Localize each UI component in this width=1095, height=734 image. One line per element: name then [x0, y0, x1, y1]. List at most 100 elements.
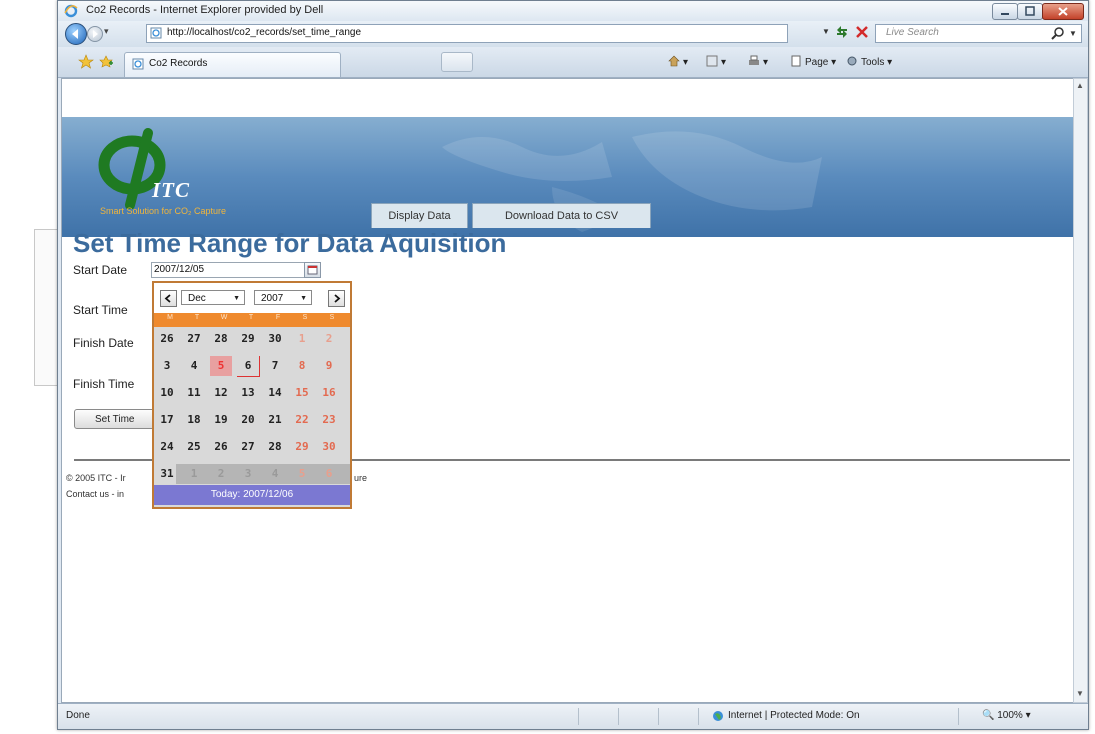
search-dropdown-icon[interactable]: ▼	[1069, 29, 1077, 38]
minimize-button[interactable]	[992, 3, 1018, 20]
address-field[interactable]: http://localhost/co2_records/set_time_ra…	[146, 24, 788, 43]
calendar-day[interactable]: 4	[183, 356, 205, 376]
scroll-down-icon[interactable]: ▼	[1076, 689, 1084, 698]
feeds-icon	[706, 55, 718, 67]
stop-icon[interactable]	[854, 24, 870, 40]
date-picker-popup: Dec ▼ 2007 ▼ M T W T F S S 26 27 28 29 3…	[152, 281, 352, 509]
calendar-day[interactable]: 8	[291, 356, 313, 376]
calendar-day[interactable]: 7	[264, 356, 286, 376]
calendar-day[interactable]: 29	[237, 329, 259, 349]
nav-tab-download-csv[interactable]: Download Data to CSV	[472, 203, 651, 228]
calendar-day[interactable]: 26	[210, 437, 232, 457]
calendar-day[interactable]: 18	[183, 410, 205, 430]
calendar-day[interactable]: 6	[318, 464, 340, 484]
calendar-day[interactable]: 2	[210, 464, 232, 484]
calendar-day[interactable]: 21	[264, 410, 286, 430]
calendar-day[interactable]: 30	[264, 329, 286, 349]
calendar-day[interactable]: 3	[156, 356, 178, 376]
calendar-day[interactable]: 24	[156, 437, 178, 457]
add-favorite-icon[interactable]	[98, 54, 114, 70]
tab-co2-records[interactable]: Co2 Records	[124, 52, 341, 77]
calendar-day[interactable]: 27	[183, 329, 205, 349]
calendar-day[interactable]: 12	[210, 383, 232, 403]
address-toolbar: ▾ http://localhost/co2_records/set_time_…	[58, 21, 1088, 47]
calendar-day[interactable]: 10	[156, 383, 178, 403]
forward-button[interactable]	[87, 26, 103, 42]
footer-copyright-tail: ure	[354, 473, 368, 483]
calendar-day[interactable]: 28	[264, 437, 286, 457]
calendar-day[interactable]: 17	[156, 410, 178, 430]
calendar-day[interactable]: 6	[237, 356, 260, 377]
refresh-icon[interactable]	[834, 24, 850, 40]
maximize-button[interactable]	[1017, 3, 1043, 20]
tools-menu[interactable]: Tools ▾	[846, 55, 892, 68]
address-dropdown-icon[interactable]: ▼	[822, 27, 830, 36]
calendar-day[interactable]: 3	[237, 464, 259, 484]
calendar-day[interactable]: 1	[183, 464, 205, 484]
close-button[interactable]	[1042, 3, 1084, 20]
status-separator	[658, 708, 659, 725]
start-date-input[interactable]: 2007/12/05	[151, 262, 305, 278]
today-button[interactable]: Today: 2007/12/06	[154, 485, 350, 505]
page-menu-icon	[791, 55, 801, 67]
chevron-left-icon	[164, 294, 171, 303]
calendar-day[interactable]: 22	[291, 410, 313, 430]
feeds-button[interactable]: ▾	[706, 55, 726, 68]
page-title: Set Time Range for Data Aquisition	[73, 228, 507, 258]
calendar-day[interactable]: 15	[291, 383, 313, 403]
calendar-day[interactable]: 16	[318, 383, 340, 403]
weekday-label: F	[275, 314, 281, 321]
weekday-header: M T W T F S S	[154, 313, 350, 327]
window-title: Co2 Records - Internet Explorer provided…	[86, 4, 324, 16]
calendar-day[interactable]: 13	[237, 383, 259, 403]
start-time-label: Start Time	[73, 303, 128, 317]
calendar-day[interactable]: 26	[156, 329, 178, 349]
nav-tab-display-data[interactable]: Display Data	[371, 203, 468, 228]
home-button[interactable]: ▾	[668, 55, 688, 68]
calendar-button[interactable]	[304, 262, 321, 278]
calendar-day[interactable]: 29	[291, 437, 313, 457]
next-month-button[interactable]	[328, 290, 345, 307]
calendar-day[interactable]: 31	[156, 464, 178, 484]
calendar-day[interactable]: 2	[318, 329, 340, 349]
calendar-day[interactable]: 19	[210, 410, 232, 430]
calendar-day[interactable]: 9	[318, 356, 340, 376]
scroll-up-icon[interactable]: ▲	[1076, 81, 1084, 90]
status-separator	[578, 708, 579, 725]
calendar-day[interactable]: 20	[237, 410, 259, 430]
back-button[interactable]	[65, 23, 87, 45]
calendar-day[interactable]: 5	[210, 356, 232, 376]
security-zone[interactable]: Internet | Protected Mode: On	[728, 710, 860, 721]
recent-pages-dropdown[interactable]: ▾	[104, 26, 109, 37]
month-select[interactable]: Dec ▼	[181, 290, 245, 305]
calendar-day[interactable]: 5	[291, 464, 313, 484]
calendar-day[interactable]: 4	[264, 464, 286, 484]
weekday-label: T	[248, 314, 254, 321]
prev-month-button[interactable]	[160, 290, 177, 307]
start-date-label: Start Date	[73, 263, 128, 277]
title-bar: Co2 Records - Internet Explorer provided…	[58, 1, 1088, 21]
weekday-label: S	[329, 314, 335, 321]
search-icon[interactable]	[1051, 26, 1065, 40]
year-select[interactable]: 2007 ▼	[254, 290, 312, 305]
home-icon	[668, 55, 680, 67]
calendar-day[interactable]: 23	[318, 410, 340, 430]
calendar-day[interactable]: 30	[318, 437, 340, 457]
set-time-button[interactable]: Set Time	[74, 409, 164, 429]
page-menu[interactable]: Page ▾	[790, 55, 836, 68]
favorites-star-icon[interactable]	[78, 54, 94, 70]
tools-menu-label: Tools	[861, 57, 885, 68]
calendar-day[interactable]: 14	[264, 383, 286, 403]
new-tab-button[interactable]	[441, 52, 473, 72]
vertical-scrollbar[interactable]: ▲ ▼	[1073, 78, 1088, 703]
search-box[interactable]: Live Search ▼	[875, 24, 1082, 43]
chevron-down-icon: ▼	[233, 295, 240, 302]
calendar-day[interactable]: 25	[183, 437, 205, 457]
calendar-day[interactable]: 1	[291, 329, 313, 349]
calendar-day[interactable]: 27	[237, 437, 259, 457]
zoom-level[interactable]: 🔍 100% ▾	[982, 710, 1031, 721]
print-button[interactable]: ▾	[748, 55, 768, 68]
calendar-day[interactable]: 28	[210, 329, 232, 349]
calendar-day[interactable]: 11	[183, 383, 205, 403]
footer-contact[interactable]: Contact us - in	[66, 489, 124, 499]
